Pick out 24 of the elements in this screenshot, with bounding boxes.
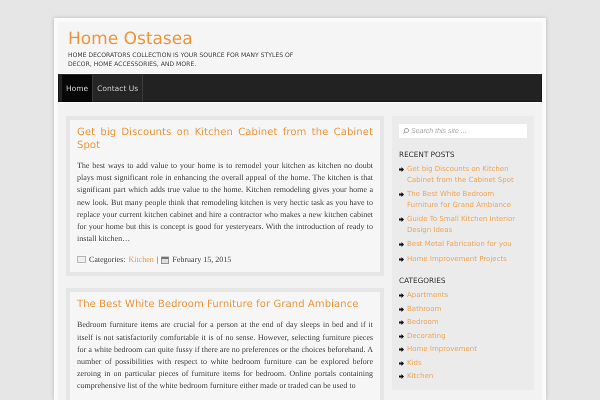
folder-icon xyxy=(77,256,86,264)
arrow-icon xyxy=(399,242,404,247)
arrow-icon xyxy=(399,360,404,366)
search-icon xyxy=(403,128,409,134)
arrow-icon xyxy=(399,192,404,197)
arrow-icon xyxy=(399,293,404,298)
arrow-icon xyxy=(399,306,404,312)
post-excerpt: Bedroom furniture items are crucial for a person at the end of day sleeps in bed and if it itself is not satisfactorily comfortable it is of no sense. However, selecting furniture pieces for a white bedroom can quite fussy if there are no preferences or the choices beforehand. A number of possibilities with respect to white bedroom furniture can be explored before zeroing in on particular pieces of furniture items for bedroom. Online portals containing comprehensive list of the white bedroom furniture either made or traded can be used to xyxy=(77,319,373,392)
post-title[interactable]: The Best White Bedroom Furniture for Grand Ambiance xyxy=(77,298,373,312)
post-excerpt: The best ways to add value to your home is to remodel your kitchen as kitchen no doubt plays most significant role in enhancing the overall appeal of the home. The kitchen is that significant part which adds true value to the home. Kitchen remodeling gives your home a new look. But many people think that remodeling kitchen is very hectic task as you have to replace your current kitchen cabinet and hire a contractor who makes a new kitchen cabinet for your home but this is concept is good for yesteryears. With the introduction of ready to install kitchen… xyxy=(77,160,373,246)
arrow-icon xyxy=(399,320,404,325)
categories-label: Categories: xyxy=(89,255,126,264)
arrow-icon xyxy=(399,374,404,379)
arrow-icon xyxy=(399,256,404,262)
arrow-icon xyxy=(399,217,404,222)
post-title[interactable]: Get big Discounts on Kitchen Cabinet from the Cabinet Spot xyxy=(77,126,373,152)
meta-separator: | xyxy=(156,255,158,264)
site-title[interactable]: Home Ostasea xyxy=(68,28,532,50)
category-link[interactable]: Kitchen xyxy=(128,255,154,264)
arrow-icon xyxy=(399,167,404,172)
calendar-icon xyxy=(161,256,170,264)
arrow-icon xyxy=(399,347,404,352)
post-date: February 15, 2015 xyxy=(172,255,232,264)
arrow-icon xyxy=(399,334,404,338)
